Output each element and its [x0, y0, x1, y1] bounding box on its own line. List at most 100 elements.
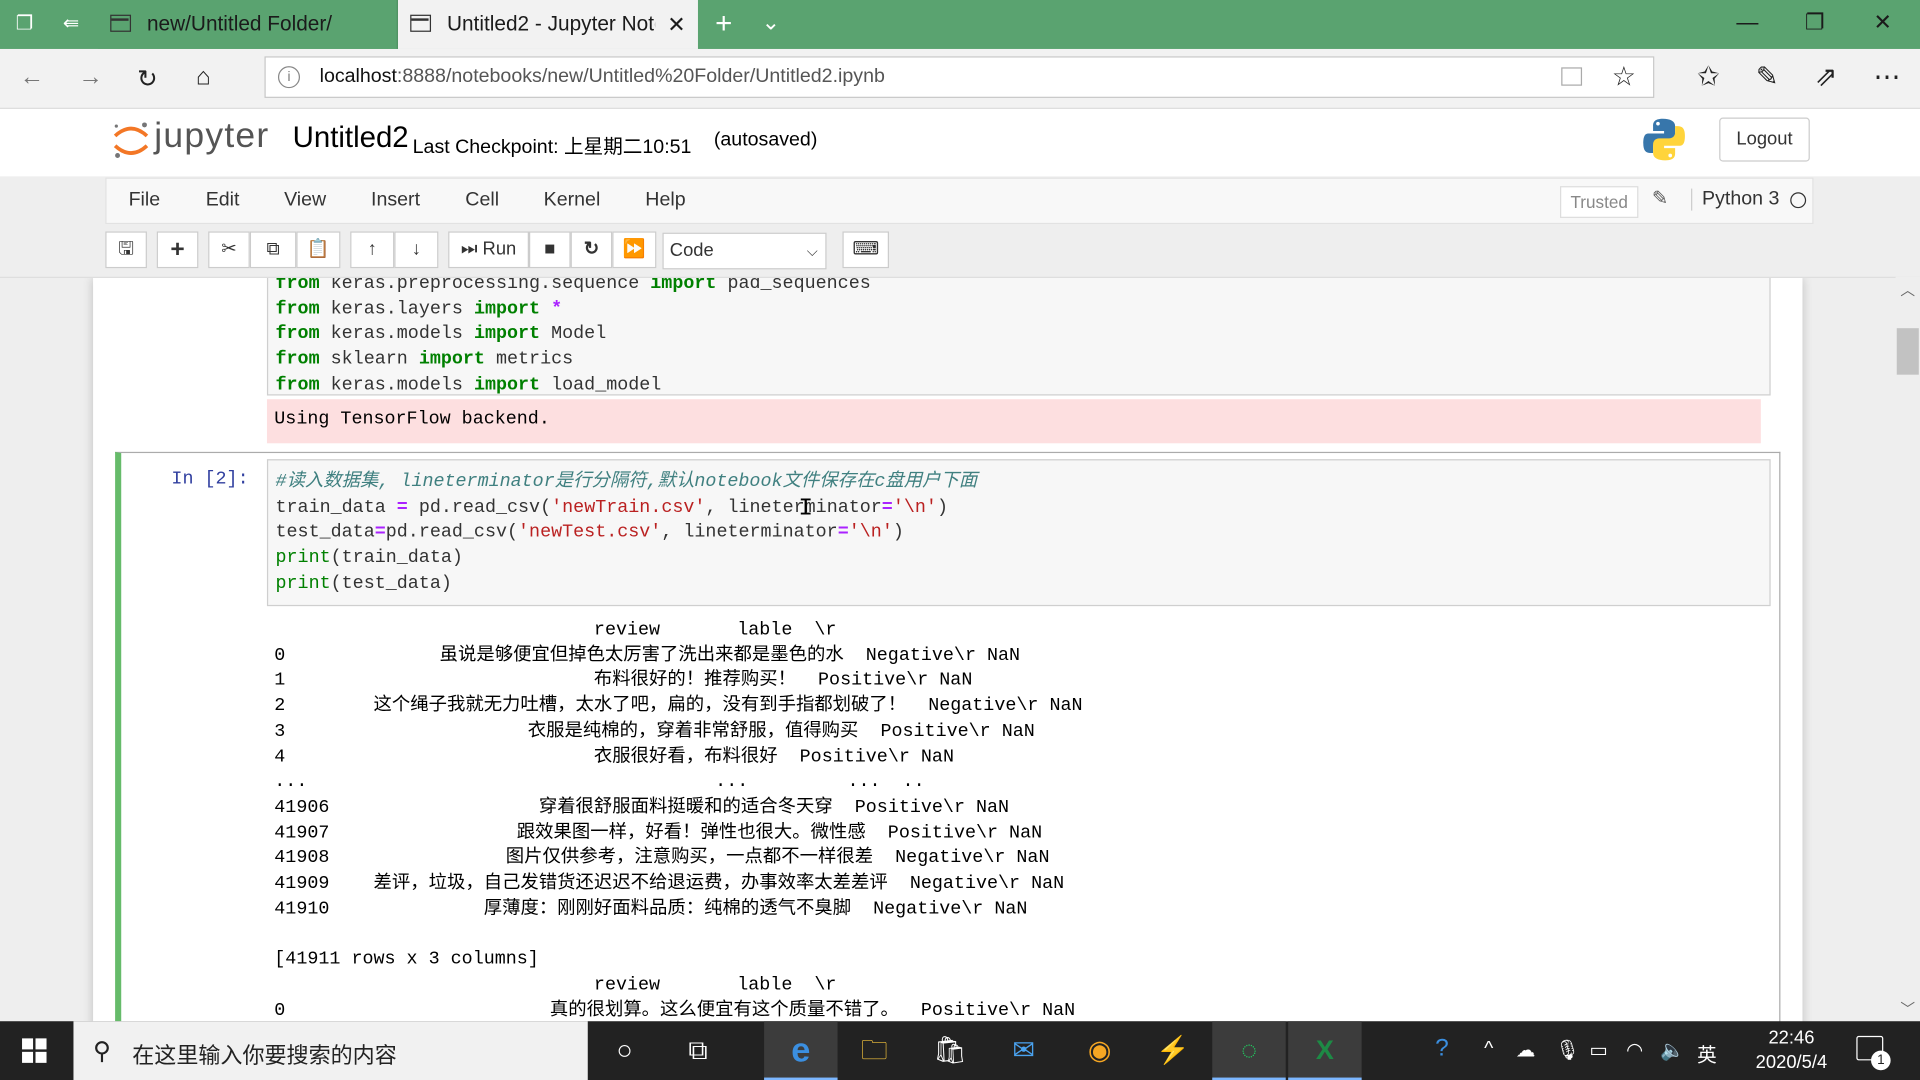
kernel-idle-indicator-icon	[1790, 192, 1807, 209]
notebook-menubar: File Edit View Insert Cell Kernel Help T…	[105, 177, 1814, 225]
trusted-indicator[interactable]: Trusted	[1560, 186, 1639, 218]
browser-tab-notebook[interactable]: Untitled2 - Jupyter Note ✕	[397, 0, 698, 49]
set-aside-tabs-icon[interactable]: ⇚	[59, 12, 83, 36]
menu-insert[interactable]: Insert	[371, 190, 420, 212]
clock-time: 22:46	[1768, 1027, 1815, 1049]
file-explorer-icon[interactable]: 🗀	[838, 1021, 911, 1080]
cell-type-value: Code	[669, 240, 714, 261]
anaconda-icon[interactable]: ◌	[1212, 1021, 1286, 1080]
back-icon[interactable]: ←	[20, 64, 44, 92]
cloud-icon[interactable]: ☁	[1516, 1038, 1536, 1062]
code-line: from keras.layers import *	[275, 298, 563, 320]
cell1-input[interactable]: from keras.preprocessing.sequence import…	[266, 277, 1771, 396]
url-input[interactable]: i localhost:8888/notebooks/new/Untitled%…	[264, 56, 1655, 98]
restart-button[interactable]: ↻	[570, 231, 613, 269]
command-palette-button[interactable]: ⌨	[842, 231, 889, 269]
volume-icon[interactable]: 🔈	[1660, 1038, 1684, 1062]
reading-view-icon[interactable]	[1561, 67, 1583, 86]
pen-icon[interactable]: ✎	[1756, 61, 1779, 93]
menu-edit[interactable]: Edit	[206, 190, 240, 212]
menu-cell[interactable]: Cell	[465, 190, 499, 212]
stderr-text: Using TensorFlow backend.	[274, 408, 550, 430]
windows-taskbar: ⚲ 在这里输入你要搜索的内容 ○ ⧉ e 🗀 🛍 ✉ ◉ ⚡ ◌ X ? ^ ☁…	[0, 1021, 1920, 1080]
store-icon[interactable]: 🛍	[913, 1021, 986, 1080]
paste-button[interactable]: 📋	[296, 231, 341, 269]
notebook-title[interactable]: Untitled2	[293, 121, 409, 155]
tab-title: new/Untitled Folder/	[146, 12, 333, 36]
interrupt-button[interactable]: ■	[528, 231, 571, 269]
restart-icon: ↻	[583, 238, 600, 260]
scroll-down-icon[interactable]: ﹀	[1900, 998, 1915, 1019]
favorites-icon[interactable]: ✩	[1697, 61, 1720, 93]
arrow-down-icon: ↓	[411, 238, 421, 260]
tab-actions-icon[interactable]: ❐	[12, 12, 36, 36]
refresh-icon[interactable]: ↻	[137, 64, 158, 95]
edge-browser-icon[interactable]: e	[764, 1021, 838, 1080]
home-icon[interactable]: ⌂	[196, 64, 211, 92]
wifi-icon[interactable]: ◠	[1626, 1038, 1643, 1062]
task-view-icon[interactable]: ⧉	[661, 1021, 734, 1080]
info-icon[interactable]: i	[277, 66, 301, 89]
cut-button[interactable]: ✂	[208, 231, 250, 269]
jupyter-logo-icon[interactable]	[110, 119, 152, 161]
close-tab-icon[interactable]: ✕	[667, 0, 685, 49]
new-tab-icon[interactable]: +	[715, 7, 732, 41]
browser-tab-folder[interactable]: new/Untitled Folder/	[97, 0, 398, 49]
vertical-scrollbar[interactable]: ︿ ﹀	[1895, 276, 1920, 1022]
save-button[interactable]: 🖫	[105, 231, 147, 269]
clock-date: 2020/5/4	[1755, 1051, 1828, 1073]
page-icon	[110, 14, 132, 32]
chevron-down-icon[interactable]: ⌄	[762, 10, 780, 36]
windows-start-icon[interactable]	[22, 1038, 47, 1063]
run-icon: ⏭	[460, 238, 478, 260]
minimize-icon[interactable]: —	[1736, 10, 1758, 36]
taskbar-search-input[interactable]: ⚲ 在这里输入你要搜索的内容	[73, 1021, 588, 1080]
menu-kernel[interactable]: Kernel	[544, 190, 601, 212]
restore-icon[interactable]: ❐	[1805, 10, 1825, 36]
menu-help[interactable]: Help	[645, 190, 685, 212]
cortana-icon[interactable]: ○	[588, 1021, 661, 1080]
favorite-star-icon[interactable]: ☆	[1612, 61, 1636, 93]
excel-icon[interactable]: X	[1288, 1021, 1362, 1080]
jupyter-wordmark: jupyter	[154, 116, 270, 156]
mail-icon[interactable]: ✉	[987, 1021, 1060, 1080]
more-icon[interactable]: ⋯	[1873, 61, 1900, 93]
plus-icon: +	[170, 236, 185, 264]
cell2-input[interactable]: #读入数据集, lineterminator是行分隔符,默认notebook文件…	[266, 459, 1771, 607]
share-icon[interactable]: ⇗	[1815, 61, 1838, 93]
microphone-icon[interactable]: 🎙	[1555, 1038, 1580, 1062]
checkpoint-label: Last Checkpoint: 上星期二10:51	[412, 137, 692, 158]
logout-button[interactable]: Logout	[1719, 117, 1810, 162]
menu-file[interactable]: File	[129, 190, 161, 212]
battery-icon[interactable]: ▭	[1589, 1038, 1608, 1062]
insert-cell-button[interactable]: +	[156, 231, 199, 269]
browser-title-bar: ❐ ⇚ new/Untitled Folder/ Untitled2 - Jup…	[0, 0, 1920, 49]
chevron-up-icon[interactable]: ^	[1484, 1038, 1493, 1060]
firefox-icon[interactable]: ◉	[1063, 1021, 1136, 1080]
move-up-button[interactable]: ↑	[350, 231, 395, 269]
restart-run-all-button[interactable]: ⏩	[612, 231, 657, 269]
move-down-button[interactable]: ↓	[394, 231, 439, 269]
code-line: from keras.models import load_model	[275, 374, 662, 396]
copy-button[interactable]: ⧉	[249, 231, 297, 269]
scroll-up-icon[interactable]: ︿	[1900, 279, 1915, 300]
paste-icon: 📋	[306, 238, 330, 260]
cell-type-select[interactable]: Code ⌵	[662, 232, 827, 270]
run-button[interactable]: ⏭ Run	[448, 231, 529, 269]
menu-view[interactable]: View	[284, 190, 326, 212]
app-lightning-icon[interactable]: ⚡	[1136, 1021, 1209, 1080]
code-line: print(train_data)	[275, 547, 463, 569]
notebook-toolbar: 🖫 + ✂ ⧉ 📋 ↑ ↓ ⏭ Run ■ ↻ ⏩ Code ⌵ ⌨	[105, 231, 901, 270]
forward-icon[interactable]: →	[78, 64, 102, 92]
help-icon[interactable]: ?	[1435, 1035, 1449, 1063]
edit-mode-pencil-icon: ✎	[1651, 188, 1669, 210]
scrollbar-thumb[interactable]	[1896, 328, 1919, 375]
url-text: localhost:8888/notebooks/new/Untitled%20…	[319, 66, 885, 87]
code-line: from sklearn import metrics	[275, 349, 574, 370]
kernel-name: Python 3	[1691, 188, 1779, 211]
code-comment: #读入数据集, lineterminator是行分隔符,默认notebook文件…	[275, 471, 978, 493]
ime-indicator[interactable]: 英	[1697, 1038, 1717, 1067]
arrow-up-icon: ↑	[367, 238, 377, 260]
close-window-icon[interactable]: ✕	[1873, 10, 1891, 36]
system-clock[interactable]: 22:46 2020/5/4	[1749, 1026, 1835, 1075]
